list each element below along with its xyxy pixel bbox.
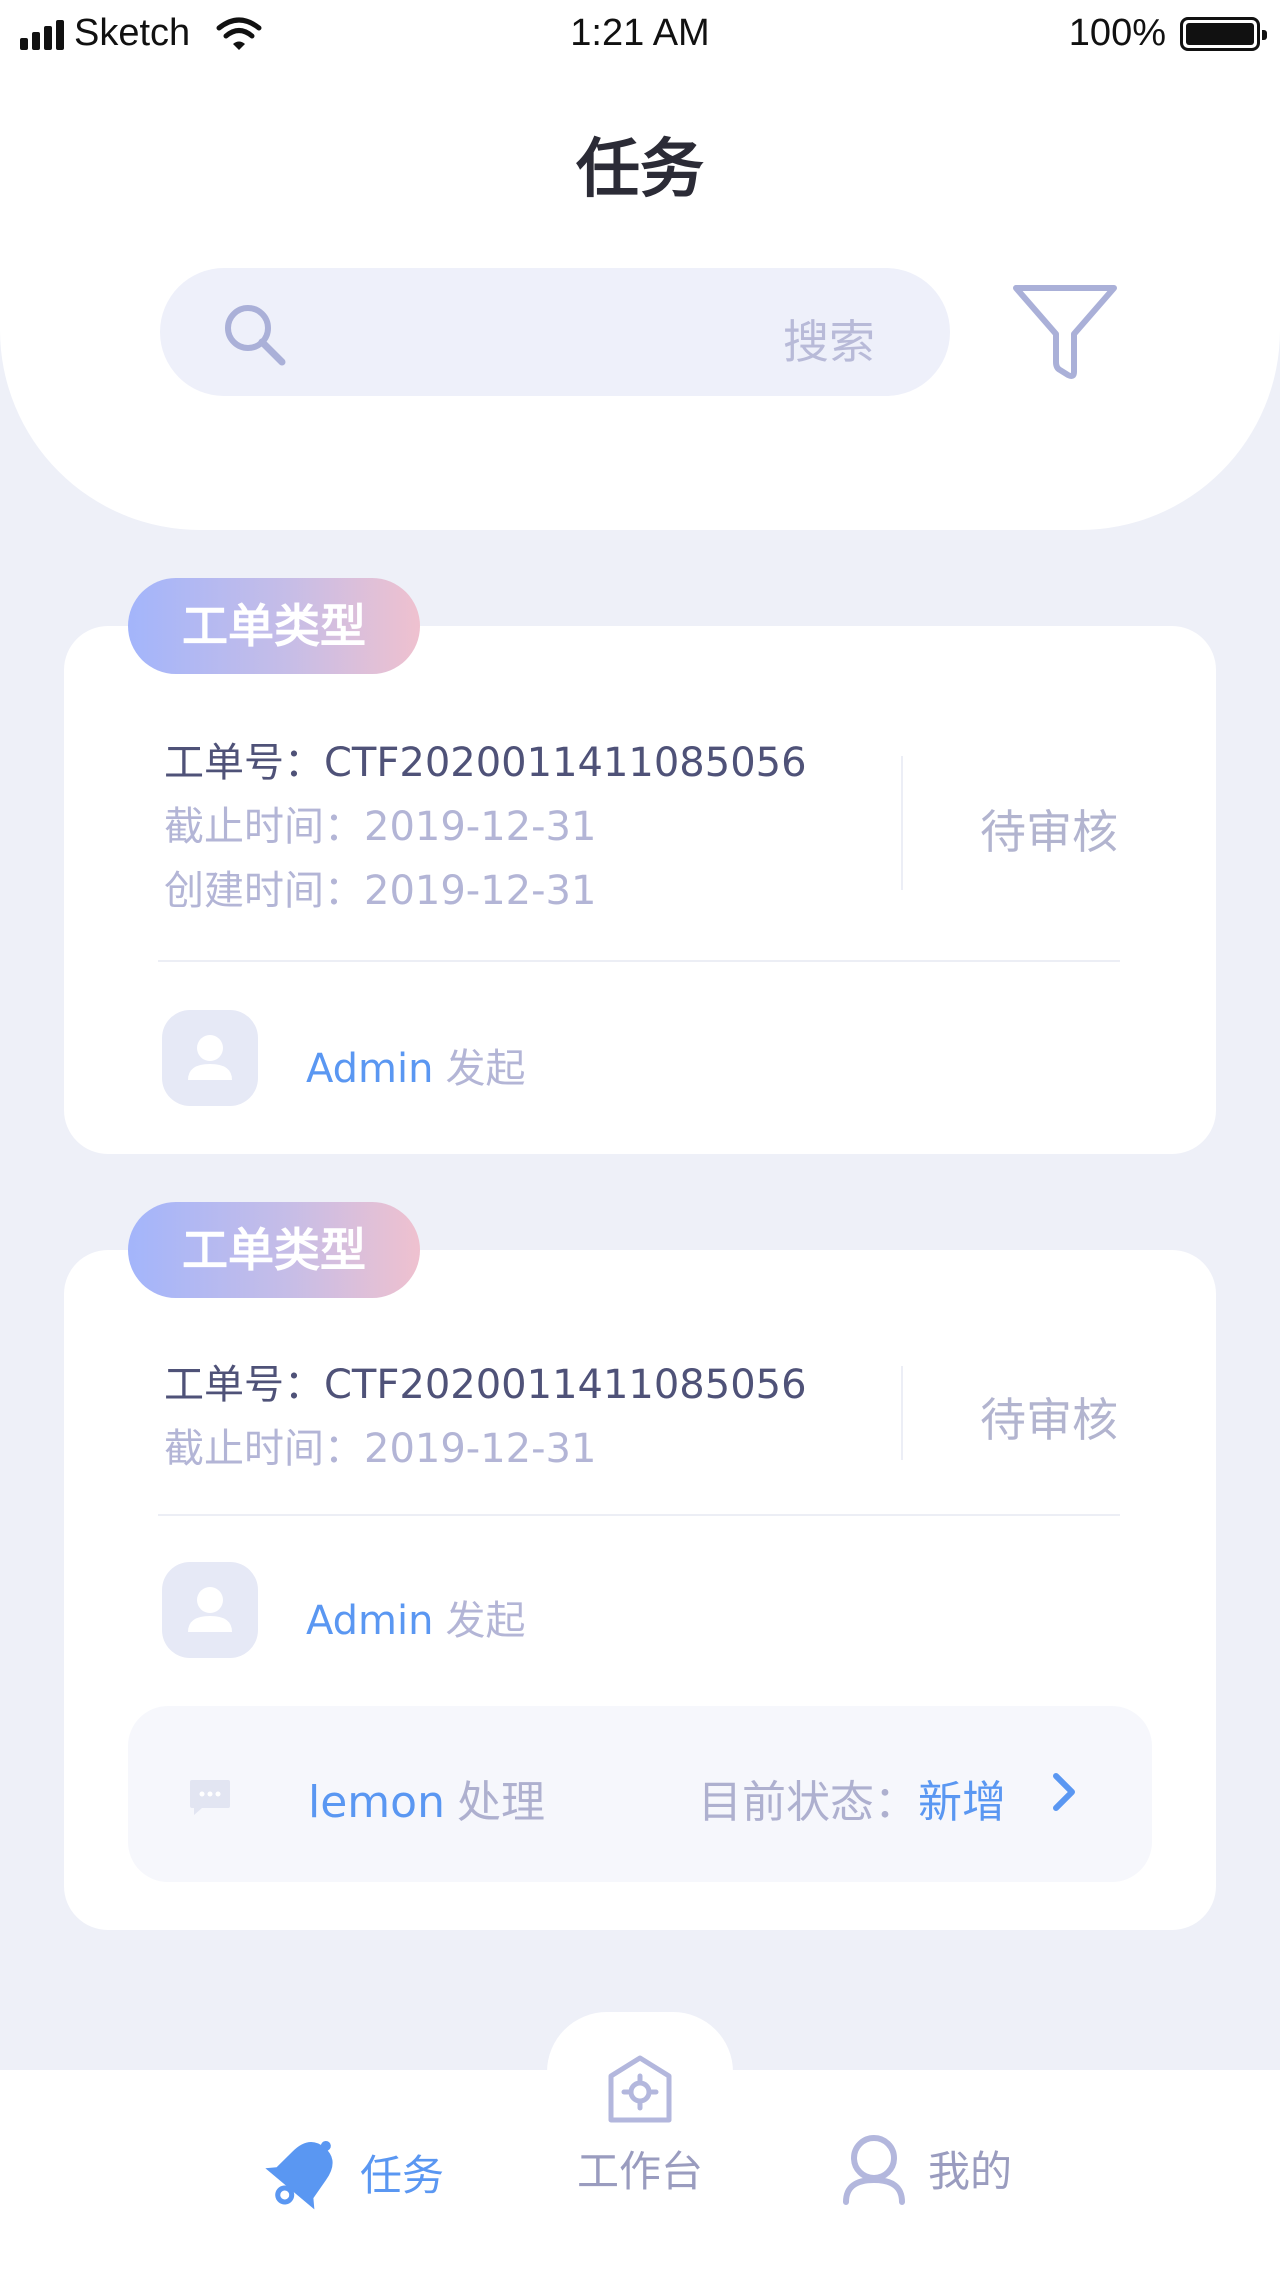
created-time: 创建时间：2019-12-31 <box>164 868 597 914</box>
state-value: 新增 <box>918 1777 1006 1828</box>
tab-workbench-label: 工作台 <box>576 2147 703 2196</box>
search-icon <box>225 305 286 366</box>
page-title: 任务 <box>576 133 704 207</box>
tab-task-label: 任务 <box>360 2150 445 2200</box>
avatar-icon <box>188 1587 232 1632</box>
bell-icon <box>265 2140 333 2210</box>
initiator-action: 发起 <box>445 1598 526 1644</box>
initiator-action: 发起 <box>445 1046 526 1092</box>
avatar-icon <box>188 1035 232 1080</box>
handler: lemon 处理 <box>308 1766 545 1830</box>
tab-mine[interactable]: 我的 <box>838 2130 1012 2206</box>
battery-icon <box>1180 16 1267 51</box>
deadline: 截止时间：2019-12-31 <box>164 1426 597 1472</box>
initiator: Admin 发起 <box>306 1036 525 1094</box>
tab-task[interactable]: 任务 <box>262 2130 444 2214</box>
card-divider <box>158 960 1120 962</box>
status-right: 100% <box>1068 12 1267 55</box>
handler-name[interactable]: lemon <box>308 1777 445 1828</box>
process-row[interactable]: lemon 处理 目前状态：新增 <box>128 1706 1152 1882</box>
current-state: 目前状态：新增 <box>698 1766 1006 1830</box>
header-background <box>0 0 1280 530</box>
initiator-name[interactable]: Admin <box>306 1046 433 1092</box>
filter-icon[interactable] <box>1010 282 1120 382</box>
workbench-icon <box>608 2055 672 2123</box>
search-input[interactable]: 搜索 <box>160 268 950 396</box>
avatar <box>162 1562 258 1658</box>
status-label: 待审核 <box>980 805 1118 859</box>
avatar <box>162 1010 258 1106</box>
status-bar: Sketch 1:21 AM 100% <box>0 0 1280 70</box>
initiator-name[interactable]: Admin <box>306 1598 433 1644</box>
vertical-divider <box>901 756 903 890</box>
status-label: 待审核 <box>980 1393 1118 1447</box>
state-label: 目前状态： <box>698 1777 918 1828</box>
message-icon <box>190 1780 230 1815</box>
search-placeholder: 搜索 <box>783 315 875 369</box>
type-badge: 工单类型 <box>128 1202 420 1298</box>
card-divider <box>158 1514 1120 1516</box>
type-badge: 工单类型 <box>128 578 420 674</box>
task-card[interactable]: 工单号：CTF2020011411085056 截止时间：2019-12-31 … <box>64 1250 1216 1930</box>
task-card[interactable]: 工单号：CTF2020011411085056 截止时间：2019-12-31 … <box>64 626 1216 1154</box>
deadline: 截止时间：2019-12-31 <box>164 804 597 850</box>
handler-action: 处理 <box>456 1777 545 1828</box>
user-icon <box>843 2135 905 2205</box>
vertical-divider <box>901 1366 903 1460</box>
battery-percent: 100% <box>1068 12 1166 54</box>
initiator: Admin 发起 <box>306 1588 525 1646</box>
chevron-right-icon[interactable] <box>1050 1770 1080 1814</box>
order-number: 工单号：CTF2020011411085056 <box>164 1362 807 1408</box>
order-number: 工单号：CTF2020011411085056 <box>164 740 807 786</box>
tab-workbench[interactable]: 工作台 <box>570 2054 710 2199</box>
tab-mine-label: 我的 <box>928 2146 1013 2196</box>
